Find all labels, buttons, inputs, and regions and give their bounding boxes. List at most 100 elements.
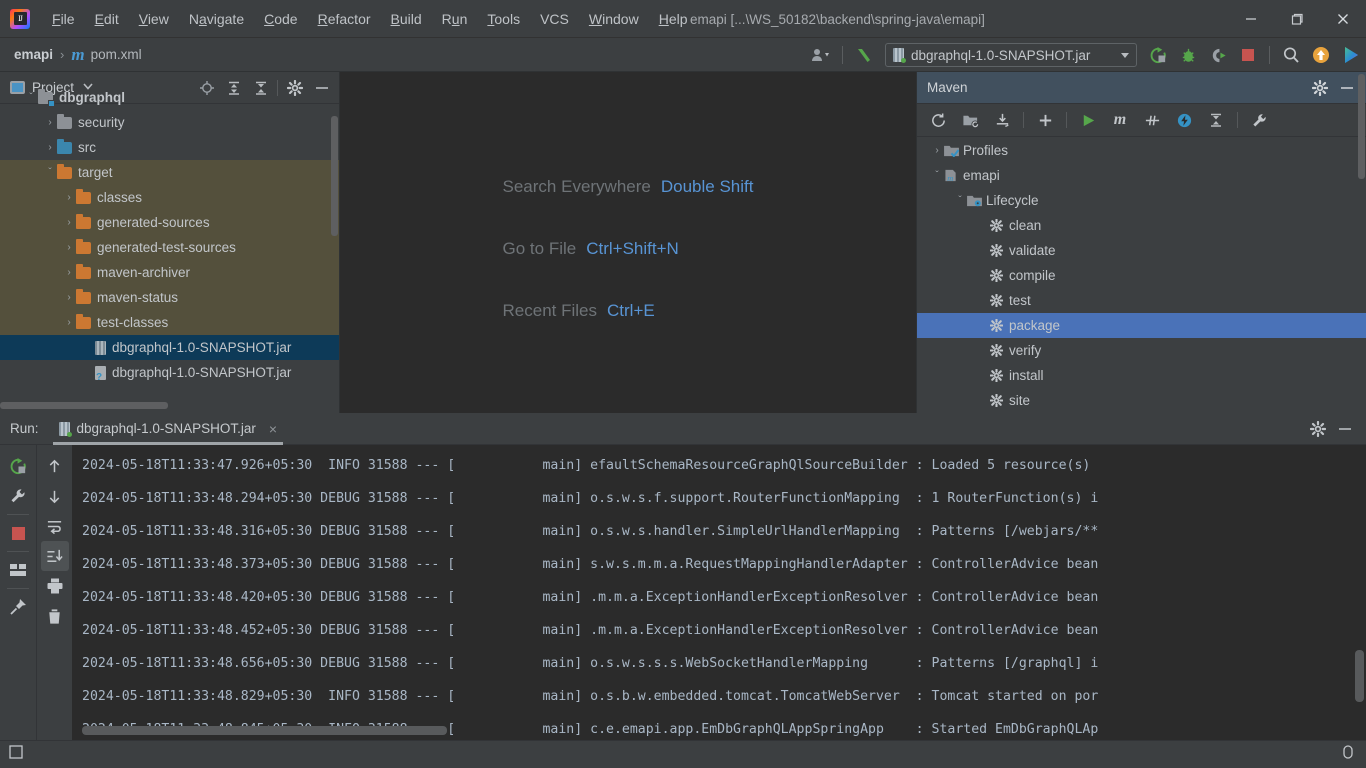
hide-icon[interactable] (1333, 74, 1360, 102)
terminal-icon[interactable] (8, 744, 24, 765)
maven-node-verify[interactable]: verify (917, 338, 1366, 363)
minimize-button[interactable] (1228, 0, 1274, 38)
maven-node-profiles[interactable]: › Profiles (917, 138, 1366, 163)
soft-wrap-icon[interactable] (41, 511, 69, 541)
maven-node-compile[interactable]: compile (917, 263, 1366, 288)
download-sources-icon[interactable] (987, 106, 1017, 134)
chevron-right-icon[interactable]: › (62, 242, 76, 253)
menu-item-window[interactable]: Window (579, 8, 649, 30)
chevron-right-icon[interactable]: › (62, 217, 76, 228)
run-console[interactable]: 2024-05-18T11:33:47.926+05:30 INFO 31588… (72, 445, 1366, 740)
stop-icon[interactable] (1233, 40, 1263, 70)
chevron-right-icon[interactable]: › (43, 117, 57, 128)
close-button[interactable] (1320, 0, 1366, 38)
project-tree[interactable]: ˇ dbgraphql › security › src ˇ target › classes › g… (0, 85, 339, 413)
close-icon[interactable]: × (269, 421, 277, 437)
search-icon[interactable] (1276, 40, 1306, 70)
chevron-down-icon[interactable]: ˇ (24, 92, 38, 103)
maven-node-install[interactable]: install (917, 363, 1366, 388)
debug-icon[interactable] (1173, 40, 1203, 70)
run-icon[interactable] (1143, 40, 1173, 70)
run-tab[interactable]: dbgraphql-1.0-SNAPSHOT.jar × (52, 413, 284, 445)
maven-node-package[interactable]: package (917, 313, 1366, 338)
stop-icon[interactable] (4, 518, 32, 548)
chevron-right-icon[interactable]: › (62, 292, 76, 303)
tree-node-dbgraphql-1-0-snapshot-jar[interactable]: dbgraphql-1.0-SNAPSHOT.jar (0, 335, 339, 360)
reimport-all-icon[interactable] (955, 106, 985, 134)
trash-icon[interactable] (41, 601, 69, 631)
chevron-right-icon[interactable]: › (43, 142, 57, 153)
chevron-right-icon[interactable]: › (930, 145, 944, 156)
maven-node-label: verify (1009, 343, 1042, 358)
tree-node-target[interactable]: ˇ target (0, 160, 339, 185)
chevron-right-icon[interactable]: › (62, 317, 76, 328)
settings-gear-icon[interactable] (1304, 415, 1331, 443)
breadcrumb-project[interactable]: emapi (14, 47, 53, 62)
tree-node-maven-archiver[interactable]: › maven-archiver (0, 260, 339, 285)
tree-node-src[interactable]: › src (0, 135, 339, 160)
console-vertical-scrollbar[interactable] (1355, 650, 1364, 702)
tree-node-generated-sources[interactable]: › generated-sources (0, 210, 339, 235)
hide-icon[interactable] (1331, 415, 1358, 443)
tree-node-classes[interactable]: › classes (0, 185, 339, 210)
collapse-all-icon[interactable] (1201, 106, 1231, 134)
menu-item-run[interactable]: Run (432, 8, 478, 30)
maven-tree[interactable]: › Profiles ˇ m emapi ˇ Lifecycle clean validate c… (917, 138, 1366, 413)
run-icon[interactable] (1073, 106, 1103, 134)
add-icon[interactable] (1030, 106, 1060, 134)
menu-item-edit[interactable]: Edit (85, 8, 129, 30)
breadcrumb-file[interactable]: pom.xml (91, 47, 142, 62)
offline-mode-icon[interactable] (1169, 106, 1199, 134)
settings-gear-icon[interactable] (1306, 74, 1333, 102)
menu-item-refactor[interactable]: Refactor (308, 8, 381, 30)
maven-node-site[interactable]: site (917, 388, 1366, 413)
print-icon[interactable] (41, 571, 69, 601)
status-bar (0, 740, 1366, 768)
toggle-skip-tests-icon[interactable] (1137, 106, 1167, 134)
tree-node-maven-status[interactable]: › maven-status (0, 285, 339, 310)
wrench-icon[interactable] (1244, 106, 1274, 134)
maven-node-test[interactable]: test (917, 288, 1366, 313)
layout-icon[interactable] (4, 555, 32, 585)
menu-item-file[interactable]: File (42, 8, 85, 30)
maximize-button[interactable] (1274, 0, 1320, 38)
scroll-down-icon[interactable] (41, 481, 69, 511)
chevron-down-icon[interactable]: ˇ (953, 195, 967, 206)
run-configuration-selector[interactable]: dbgraphql-1.0-SNAPSHOT.jar (885, 43, 1137, 67)
maven-vertical-scrollbar[interactable] (1358, 74, 1365, 179)
scroll-up-icon[interactable] (41, 451, 69, 481)
menu-item-vcs[interactable]: VCS (530, 8, 579, 30)
rerun-icon[interactable] (4, 451, 32, 481)
build-hammer-icon[interactable] (849, 40, 879, 70)
console-horizontal-scrollbar[interactable] (82, 726, 447, 735)
maven-node-validate[interactable]: validate (917, 238, 1366, 263)
menu-item-code[interactable]: Code (254, 8, 307, 30)
pin-icon[interactable] (4, 592, 32, 622)
notification-bell-icon[interactable] (1340, 744, 1356, 765)
tree-node-generated-test-sources[interactable]: › generated-test-sources (0, 235, 339, 260)
maven-node-emapi[interactable]: ˇ m emapi (917, 163, 1366, 188)
chevron-down-icon[interactable]: ˇ (43, 167, 57, 178)
maven-node-lifecycle[interactable]: ˇ Lifecycle (917, 188, 1366, 213)
project-horizontal-scrollbar[interactable] (0, 402, 168, 409)
maven-node-clean[interactable]: clean (917, 213, 1366, 238)
play-colored-icon[interactable] (1336, 40, 1366, 70)
tree-node-dbgraphql[interactable]: ˇ dbgraphql (0, 85, 339, 110)
update-project-icon[interactable] (1306, 40, 1336, 70)
menu-item-build[interactable]: Build (381, 8, 432, 30)
project-vertical-scrollbar[interactable] (331, 116, 338, 236)
user-avatar-icon[interactable] (806, 40, 836, 70)
chevron-down-icon[interactable]: ˇ (930, 170, 944, 181)
run-with-coverage-icon[interactable] (1203, 40, 1233, 70)
tree-node-dbgraphql-1-0-snapshot-jar[interactable]: dbgraphql-1.0-SNAPSHOT.jar (0, 360, 339, 385)
reload-icon[interactable] (923, 106, 953, 134)
menu-item-tools[interactable]: Tools (477, 8, 530, 30)
menu-item-view[interactable]: View (129, 8, 179, 30)
tree-node-test-classes[interactable]: › test-classes (0, 310, 339, 335)
chevron-right-icon[interactable]: › (62, 192, 76, 203)
chevron-right-icon[interactable]: › (62, 267, 76, 278)
tree-node-security[interactable]: › security (0, 110, 339, 135)
menu-item-navigate[interactable]: Navigate (179, 8, 254, 30)
wrench-icon[interactable] (4, 481, 32, 511)
scroll-to-end-icon[interactable] (40, 541, 69, 571)
